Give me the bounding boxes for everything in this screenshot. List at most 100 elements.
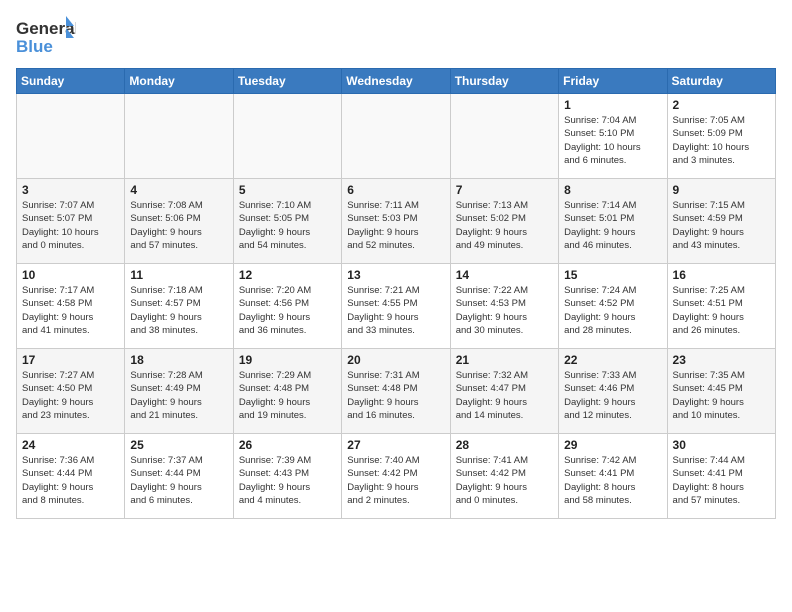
- header-cell-thursday: Thursday: [450, 69, 558, 94]
- day-cell: 28 Sunrise: 7:41 AM Sunset: 4:42 PM Dayli…: [450, 434, 558, 519]
- day-number: 3: [22, 183, 119, 197]
- header-row: SundayMondayTuesdayWednesdayThursdayFrid…: [17, 69, 776, 94]
- day-cell: [450, 94, 558, 179]
- day-cell: 19 Sunrise: 7:29 AM Sunset: 4:48 PM Dayli…: [233, 349, 341, 434]
- day-info: Sunrise: 7:37 AM Sunset: 4:44 PM Dayligh…: [130, 454, 227, 507]
- day-cell: 12 Sunrise: 7:20 AM Sunset: 4:56 PM Dayli…: [233, 264, 341, 349]
- header-cell-wednesday: Wednesday: [342, 69, 450, 94]
- day-number: 13: [347, 268, 444, 282]
- day-cell: 26 Sunrise: 7:39 AM Sunset: 4:43 PM Dayli…: [233, 434, 341, 519]
- day-info: Sunrise: 7:04 AM Sunset: 5:10 PM Dayligh…: [564, 114, 661, 167]
- day-cell: 14 Sunrise: 7:22 AM Sunset: 4:53 PM Dayli…: [450, 264, 558, 349]
- week-row-1: 1 Sunrise: 7:04 AM Sunset: 5:10 PM Daylig…: [17, 94, 776, 179]
- day-info: Sunrise: 7:14 AM Sunset: 5:01 PM Dayligh…: [564, 199, 661, 252]
- day-cell: 24 Sunrise: 7:36 AM Sunset: 4:44 PM Dayli…: [17, 434, 125, 519]
- day-cell: 17 Sunrise: 7:27 AM Sunset: 4:50 PM Dayli…: [17, 349, 125, 434]
- day-number: 20: [347, 353, 444, 367]
- day-number: 4: [130, 183, 227, 197]
- day-number: 5: [239, 183, 336, 197]
- day-info: Sunrise: 7:28 AM Sunset: 4:49 PM Dayligh…: [130, 369, 227, 422]
- header-cell-sunday: Sunday: [17, 69, 125, 94]
- day-cell: 22 Sunrise: 7:33 AM Sunset: 4:46 PM Dayli…: [559, 349, 667, 434]
- day-cell: 10 Sunrise: 7:17 AM Sunset: 4:58 PM Dayli…: [17, 264, 125, 349]
- day-info: Sunrise: 7:24 AM Sunset: 4:52 PM Dayligh…: [564, 284, 661, 337]
- day-info: Sunrise: 7:41 AM Sunset: 4:42 PM Dayligh…: [456, 454, 553, 507]
- day-info: Sunrise: 7:18 AM Sunset: 4:57 PM Dayligh…: [130, 284, 227, 337]
- day-cell: 3 Sunrise: 7:07 AM Sunset: 5:07 PM Daylig…: [17, 179, 125, 264]
- day-cell: [342, 94, 450, 179]
- day-info: Sunrise: 7:05 AM Sunset: 5:09 PM Dayligh…: [673, 114, 770, 167]
- week-row-5: 24 Sunrise: 7:36 AM Sunset: 4:44 PM Dayli…: [17, 434, 776, 519]
- week-row-4: 17 Sunrise: 7:27 AM Sunset: 4:50 PM Dayli…: [17, 349, 776, 434]
- day-cell: 25 Sunrise: 7:37 AM Sunset: 4:44 PM Dayli…: [125, 434, 233, 519]
- day-info: Sunrise: 7:36 AM Sunset: 4:44 PM Dayligh…: [22, 454, 119, 507]
- day-number: 26: [239, 438, 336, 452]
- day-cell: 11 Sunrise: 7:18 AM Sunset: 4:57 PM Dayli…: [125, 264, 233, 349]
- logo: GeneralBlue: [16, 16, 76, 56]
- day-cell: 5 Sunrise: 7:10 AM Sunset: 5:05 PM Daylig…: [233, 179, 341, 264]
- day-info: Sunrise: 7:07 AM Sunset: 5:07 PM Dayligh…: [22, 199, 119, 252]
- header-cell-friday: Friday: [559, 69, 667, 94]
- day-info: Sunrise: 7:31 AM Sunset: 4:48 PM Dayligh…: [347, 369, 444, 422]
- day-info: Sunrise: 7:10 AM Sunset: 5:05 PM Dayligh…: [239, 199, 336, 252]
- day-number: 23: [673, 353, 770, 367]
- day-info: Sunrise: 7:42 AM Sunset: 4:41 PM Dayligh…: [564, 454, 661, 507]
- day-number: 11: [130, 268, 227, 282]
- day-number: 19: [239, 353, 336, 367]
- day-cell: 4Sunrise: 7:08 AM Sunset: 5:06 PM Daylig…: [125, 179, 233, 264]
- day-cell: 18Sunrise: 7:28 AM Sunset: 4:49 PM Dayli…: [125, 349, 233, 434]
- day-cell: 29Sunrise: 7:42 AM Sunset: 4:41 PM Dayli…: [559, 434, 667, 519]
- header-cell-tuesday: Tuesday: [233, 69, 341, 94]
- day-info: Sunrise: 7:29 AM Sunset: 4:48 PM Dayligh…: [239, 369, 336, 422]
- day-number: 9: [673, 183, 770, 197]
- day-number: 7: [456, 183, 553, 197]
- day-number: 27: [347, 438, 444, 452]
- day-number: 12: [239, 268, 336, 282]
- day-info: Sunrise: 7:17 AM Sunset: 4:58 PM Dayligh…: [22, 284, 119, 337]
- day-number: 6: [347, 183, 444, 197]
- day-info: Sunrise: 7:39 AM Sunset: 4:43 PM Dayligh…: [239, 454, 336, 507]
- header-cell-monday: Monday: [125, 69, 233, 94]
- day-cell: 6 Sunrise: 7:11 AM Sunset: 5:03 PM Daylig…: [342, 179, 450, 264]
- day-info: Sunrise: 7:20 AM Sunset: 4:56 PM Dayligh…: [239, 284, 336, 337]
- page-header: GeneralBlue: [16, 16, 776, 56]
- day-info: Sunrise: 7:11 AM Sunset: 5:03 PM Dayligh…: [347, 199, 444, 252]
- day-info: Sunrise: 7:22 AM Sunset: 4:53 PM Dayligh…: [456, 284, 553, 337]
- day-number: 10: [22, 268, 119, 282]
- day-cell: [233, 94, 341, 179]
- day-cell: 13 Sunrise: 7:21 AM Sunset: 4:55 PM Dayli…: [342, 264, 450, 349]
- day-number: 24: [22, 438, 119, 452]
- calendar-table: SundayMondayTuesdayWednesdayThursdayFrid…: [16, 68, 776, 519]
- day-number: 25: [130, 438, 227, 452]
- day-info: Sunrise: 7:15 AM Sunset: 4:59 PM Dayligh…: [673, 199, 770, 252]
- week-row-2: 3 Sunrise: 7:07 AM Sunset: 5:07 PM Daylig…: [17, 179, 776, 264]
- day-cell: [17, 94, 125, 179]
- day-cell: 20 Sunrise: 7:31 AM Sunset: 4:48 PM Dayli…: [342, 349, 450, 434]
- day-number: 28: [456, 438, 553, 452]
- day-number: 17: [22, 353, 119, 367]
- day-info: Sunrise: 7:32 AM Sunset: 4:47 PM Dayligh…: [456, 369, 553, 422]
- week-row-3: 10 Sunrise: 7:17 AM Sunset: 4:58 PM Dayli…: [17, 264, 776, 349]
- day-info: Sunrise: 7:40 AM Sunset: 4:42 PM Dayligh…: [347, 454, 444, 507]
- day-cell: 21 Sunrise: 7:32 AM Sunset: 4:47 PM Dayli…: [450, 349, 558, 434]
- day-number: 8: [564, 183, 661, 197]
- day-cell: 8 Sunrise: 7:14 AM Sunset: 5:01 PM Daylig…: [559, 179, 667, 264]
- day-info: Sunrise: 7:13 AM Sunset: 5:02 PM Dayligh…: [456, 199, 553, 252]
- day-number: 15: [564, 268, 661, 282]
- day-number: 2: [673, 98, 770, 112]
- day-info: Sunrise: 7:25 AM Sunset: 4:51 PM Dayligh…: [673, 284, 770, 337]
- day-info: Sunrise: 7:33 AM Sunset: 4:46 PM Dayligh…: [564, 369, 661, 422]
- day-number: 1: [564, 98, 661, 112]
- header-cell-saturday: Saturday: [667, 69, 775, 94]
- day-info: Sunrise: 7:27 AM Sunset: 4:50 PM Dayligh…: [22, 369, 119, 422]
- day-cell: 2 Sunrise: 7:05 AM Sunset: 5:09 PM Daylig…: [667, 94, 775, 179]
- day-number: 21: [456, 353, 553, 367]
- day-cell: [125, 94, 233, 179]
- day-info: Sunrise: 7:35 AM Sunset: 4:45 PM Dayligh…: [673, 369, 770, 422]
- svg-text:Blue: Blue: [16, 37, 53, 56]
- day-number: 14: [456, 268, 553, 282]
- day-number: 22: [564, 353, 661, 367]
- day-info: Sunrise: 7:21 AM Sunset: 4:55 PM Dayligh…: [347, 284, 444, 337]
- day-cell: 9 Sunrise: 7:15 AM Sunset: 4:59 PM Daylig…: [667, 179, 775, 264]
- logo-svg: GeneralBlue: [16, 16, 76, 56]
